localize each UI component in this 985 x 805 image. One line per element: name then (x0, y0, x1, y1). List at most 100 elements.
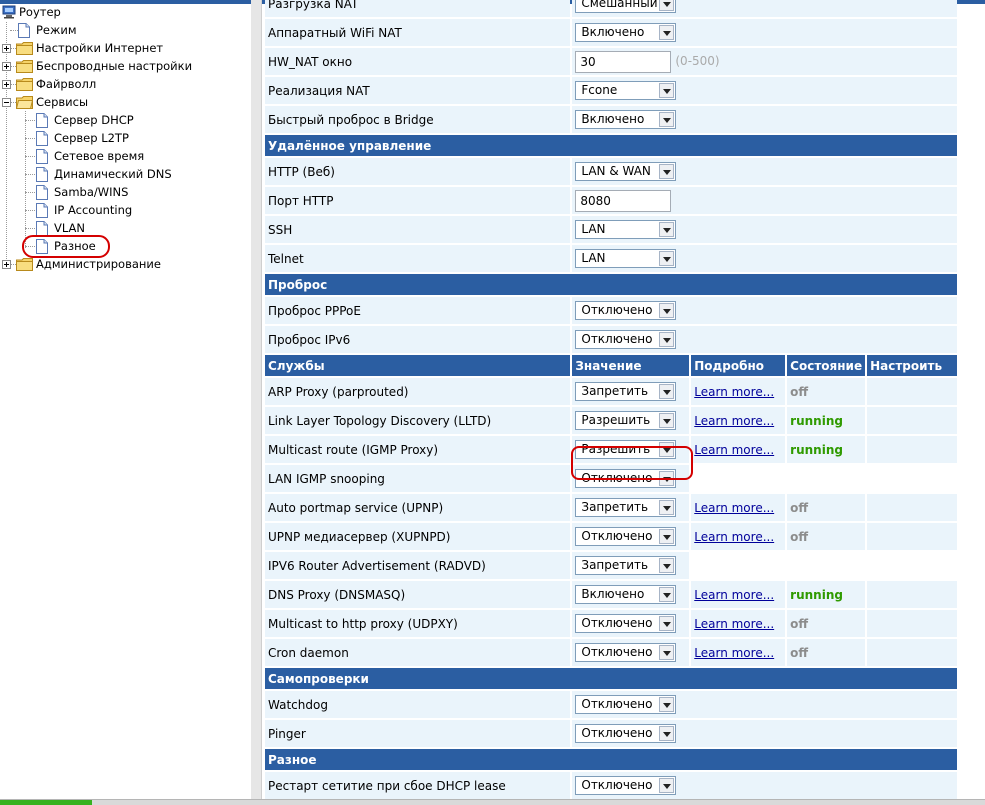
chevron-down-icon[interactable] (659, 251, 675, 266)
setting-label: HW_NAT окно (265, 48, 571, 75)
setting-label: SSH (265, 216, 571, 243)
service-row: DNS Proxy (DNSMASQ) Включено Learn more.… (265, 581, 957, 608)
folder-icon (16, 42, 33, 55)
tree-item-label: Файрволл (36, 77, 97, 91)
hw-wifi-nat-select[interactable]: Включено (575, 23, 677, 42)
http-access-select[interactable]: LAN & WAN (575, 162, 677, 181)
service-value-select[interactable]: Запретить (575, 382, 677, 401)
expand-icon[interactable] (2, 44, 11, 53)
tree-connector (25, 156, 35, 157)
chevron-down-icon[interactable] (659, 587, 675, 602)
chevron-down-icon[interactable] (659, 500, 675, 515)
setting-label: Быстрый проброс в Bridge (265, 106, 571, 133)
chevron-down-icon[interactable] (659, 529, 675, 544)
ssh-access-select[interactable]: LAN (575, 220, 677, 239)
chevron-down-icon[interactable] (659, 726, 675, 741)
chevron-down-icon[interactable] (659, 645, 675, 660)
chevron-down-icon[interactable] (659, 384, 675, 399)
configure-cell (867, 407, 957, 434)
service-row: ARP Proxy (parprouted) Запретить Learn m… (265, 378, 957, 405)
page-icon (36, 221, 48, 236)
pinger-select[interactable]: Отключено (575, 724, 677, 743)
chevron-down-icon[interactable] (659, 83, 675, 98)
learn-more-link[interactable]: Learn more... (694, 385, 774, 399)
chevron-down-icon[interactable] (659, 558, 675, 573)
tree-item-label: Администрирование (36, 257, 161, 271)
expand-icon[interactable] (2, 80, 11, 89)
service-value-select[interactable]: Запретить (575, 556, 677, 575)
chevron-down-icon[interactable] (659, 164, 675, 179)
learn-more-link[interactable]: Learn more... (694, 501, 774, 515)
frame-divider[interactable] (251, 0, 262, 805)
service-label: ARP Proxy (parprouted) (265, 378, 571, 405)
setting-label: Telnet (265, 245, 571, 272)
select-value: Отключено (581, 529, 653, 543)
tree-item-label: Режим (36, 23, 77, 37)
learn-more-link[interactable]: Learn more... (694, 530, 774, 544)
status-badge: running (790, 442, 843, 457)
chevron-down-icon[interactable] (659, 0, 675, 11)
learn-more-link[interactable]: Learn more... (694, 414, 774, 428)
settings-row: SSH LAN (265, 216, 957, 243)
pppoe-passthrough-select[interactable]: Отключено (575, 301, 677, 320)
service-row: Cron daemon Отключено Learn more... off (265, 639, 957, 666)
tree-connector (25, 138, 35, 139)
learn-more-link[interactable]: Learn more... (694, 617, 774, 631)
select-value: Fcone (581, 83, 618, 97)
hw-nat-window-input[interactable]: 30 (575, 50, 672, 73)
settings-row: HTTP (Веб) LAN & WAN (265, 158, 957, 185)
service-value-select[interactable]: Включено (575, 585, 677, 604)
chevron-down-icon[interactable] (659, 778, 675, 793)
configure-cell (867, 639, 957, 666)
settings-row: Разгрузка NAT Смешанный (265, 0, 957, 17)
tree-item-label: Samba/WINS (54, 185, 129, 199)
chevron-down-icon[interactable] (659, 112, 675, 127)
select-value: Отключено (581, 778, 653, 792)
chevron-down-icon[interactable] (659, 222, 675, 237)
service-label: DNS Proxy (DNSMASQ) (265, 581, 571, 608)
expand-icon[interactable] (2, 260, 11, 269)
tree-connector (25, 228, 35, 229)
bridge-fast-path-select[interactable]: Включено (575, 110, 677, 129)
service-value-select[interactable]: Запретить (575, 498, 677, 517)
tree-connector (25, 174, 35, 175)
service-row: Multicast to http proxy (UDPXY) Отключен… (265, 610, 957, 637)
learn-more-link[interactable]: Learn more... (694, 646, 774, 660)
section-title: Удалённое управление (265, 135, 957, 156)
nat-implementation-select[interactable]: Fcone (575, 81, 677, 100)
configure-cell (867, 523, 957, 550)
chevron-down-icon[interactable] (659, 616, 675, 631)
configure-cell (867, 436, 957, 463)
select-value: Смешанный (581, 0, 658, 10)
nat-offload-select[interactable]: Смешанный (575, 0, 677, 13)
watchdog-select[interactable]: Отключено (575, 695, 677, 714)
telnet-access-select[interactable]: LAN (575, 249, 677, 268)
service-value-select[interactable]: Отключено (575, 643, 677, 662)
service-value-select[interactable]: Отключено (575, 614, 677, 633)
learn-more-link[interactable]: Learn more... (694, 443, 774, 457)
select-value: Включено (581, 587, 645, 601)
status-badge: off (790, 529, 809, 544)
tree-item-label: Сервисы (36, 95, 89, 109)
learn-more-link[interactable]: Learn more... (694, 588, 774, 602)
chevron-down-icon[interactable] (659, 25, 675, 40)
setting-label: Рестарт сетитие при сбое DHCP lease (265, 772, 571, 799)
chevron-down-icon[interactable] (659, 303, 675, 318)
ipv6-passthrough-select[interactable]: Отключено (575, 330, 677, 349)
column-header-configure: Настроить (867, 355, 957, 376)
empty-cell (691, 552, 957, 579)
http-port-input[interactable]: 8080 (575, 189, 672, 212)
chevron-down-icon[interactable] (659, 332, 675, 347)
service-row: UPNP медиасервер (XUPNPD) Отключено Lear… (265, 523, 957, 550)
select-value: Отключено (581, 616, 653, 630)
chevron-down-icon[interactable] (659, 413, 675, 428)
service-row: Link Layer Topology Discovery (LLTD) Раз… (265, 407, 957, 434)
expand-icon[interactable] (2, 62, 11, 71)
dhcp-lease-restart-select[interactable]: Отключено (575, 776, 677, 795)
chevron-down-icon[interactable] (659, 697, 675, 712)
configure-cell (867, 581, 957, 608)
collapse-icon[interactable] (2, 98, 11, 107)
service-value-select[interactable]: Отключено (575, 527, 677, 546)
service-value-select[interactable]: Разрешить (575, 411, 677, 430)
settings-panel: Разгрузка NAT Смешанный Аппаратный WiFi … (263, 0, 959, 801)
